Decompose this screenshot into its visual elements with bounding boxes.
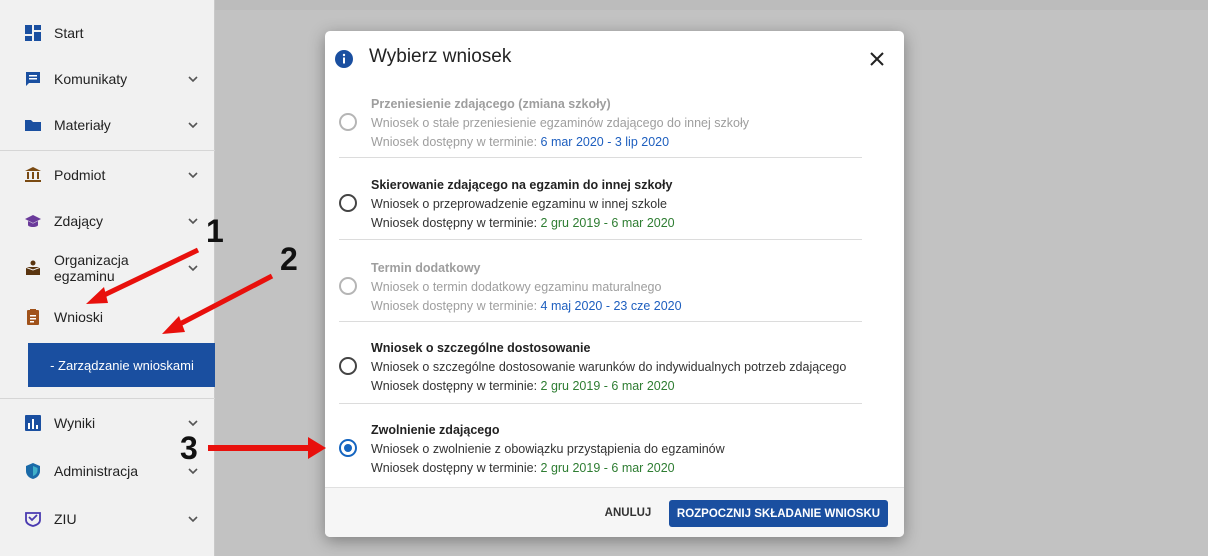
chevron-down-icon <box>188 420 198 427</box>
term-label: Wniosek dostępny w terminie: <box>371 299 541 313</box>
clipboard-icon <box>24 308 42 326</box>
backdrop-header-strip <box>215 0 1208 10</box>
nav-label: Wyniki <box>54 415 96 431</box>
nav-item-ziu[interactable]: ZIU <box>0 504 215 534</box>
nav-item-wnioski[interactable]: Wnioski <box>0 302 215 332</box>
application-option: Skierowanie zdającego na egzamin do inne… <box>339 168 862 250</box>
divider <box>339 157 862 158</box>
nav-label: Administracja <box>54 463 139 479</box>
bar-chart-icon <box>24 414 42 432</box>
term-label: Wniosek dostępny w terminie: <box>371 135 541 149</box>
radio-button[interactable] <box>339 113 357 131</box>
nav-item-zdajacy[interactable]: Zdający <box>0 206 215 236</box>
nav-label: Zdający <box>54 213 104 229</box>
nav-item-organizacja-egzaminu[interactable]: Organizacja egzaminu <box>0 250 215 286</box>
annotation-number: 3 <box>180 430 198 466</box>
nav-item-komunikaty[interactable]: Komunikaty <box>0 64 215 94</box>
nav-label: ZIU <box>54 511 77 527</box>
option-description: Wniosek o szczególne dostosowanie warunk… <box>371 360 847 374</box>
option-title: Skierowanie zdającego na egzamin do inne… <box>371 178 673 192</box>
nav-label: Komunikaty <box>54 71 128 87</box>
option-title: Zwolnienie zdającego <box>371 423 500 437</box>
chevron-down-icon <box>188 172 198 179</box>
term-dates: 2 gru 2019 - 6 mar 2020 <box>540 216 675 230</box>
application-option: Wniosek o szczególne dostosowanie Wniose… <box>339 331 862 413</box>
radio-button-selected[interactable] <box>339 439 357 457</box>
chevron-down-icon <box>188 218 198 225</box>
message-icon <box>24 70 42 88</box>
nav-item-materialy[interactable]: Materiały <box>0 110 215 140</box>
option-title: Termin dodatkowy <box>371 261 481 275</box>
nav-label: Podmiot <box>54 167 106 183</box>
divider <box>0 150 215 151</box>
folder-icon <box>24 116 42 134</box>
dashboard-icon <box>24 24 42 42</box>
graduation-cap-icon <box>24 212 42 230</box>
divider <box>339 239 862 240</box>
select-application-dialog: Wybierz wniosek Przeniesienie zdającego … <box>325 31 904 537</box>
shield-icon <box>24 462 42 480</box>
dialog-title: Wybierz wniosek <box>369 46 512 67</box>
organization-icon <box>24 259 42 277</box>
term-dates: 6 mar 2020 - 3 lip 2020 <box>540 135 670 149</box>
term-dates: 4 maj 2020 - 23 cze 2020 <box>540 299 682 313</box>
cancel-button[interactable]: ANULUJ <box>593 500 663 526</box>
nav-label: Wnioski <box>54 309 104 325</box>
chevron-down-icon <box>188 265 198 272</box>
radio-button[interactable] <box>339 357 357 375</box>
chevron-down-icon <box>188 76 198 83</box>
nav-label: Start <box>54 25 84 41</box>
option-title: Wniosek o szczególne dostosowanie <box>371 341 591 355</box>
term-dates: 2 gru 2019 - 6 mar 2020 <box>540 379 675 393</box>
nav-label-line2: egzaminu <box>54 268 115 284</box>
chevron-down-icon <box>188 516 198 523</box>
option-description: Wniosek o termin dodatkowy egzaminu matu… <box>371 280 662 294</box>
nav-item-podmiot[interactable]: Podmiot <box>0 160 215 190</box>
ziu-icon <box>24 510 42 528</box>
term-label: Wniosek dostępny w terminie: <box>371 461 541 475</box>
divider <box>339 403 862 404</box>
sub-item-zarzadzanie-wnioskami[interactable]: - Zarządzanie wnioskami <box>28 343 216 387</box>
dialog-footer: ANULUJ ROZPOCZNIJ SKŁADANIE WNIOSKU <box>325 487 904 537</box>
annotation-number: 2 <box>280 241 298 277</box>
close-icon[interactable] <box>867 49 887 69</box>
dialog-header: Wybierz wniosek <box>325 31 904 87</box>
sidebar: Start Komunikaty Materiały Podmiot Zdają… <box>0 0 216 556</box>
info-icon <box>335 50 353 68</box>
nav-label-line1: Organizacja <box>54 252 129 268</box>
chevron-down-icon <box>188 122 198 129</box>
radio-button[interactable] <box>339 277 357 295</box>
divider <box>0 398 215 399</box>
term-label: Wniosek dostępny w terminie: <box>371 216 541 230</box>
radio-button[interactable] <box>339 194 357 212</box>
option-description: Wniosek o stałe przeniesienie egzaminów … <box>371 116 749 130</box>
application-option: Zwolnienie zdającego Wniosek o zwolnieni… <box>339 413 862 495</box>
divider <box>339 321 862 322</box>
institution-icon <box>24 166 42 184</box>
nav-item-start[interactable]: Start <box>0 20 215 46</box>
option-title: Przeniesienie zdającego (zmiana szkoły) <box>371 97 611 111</box>
start-application-button[interactable]: ROZPOCZNIJ SKŁADANIE WNIOSKU <box>669 500 888 527</box>
option-description: Wniosek o przeprowadzenie egzaminu w inn… <box>371 197 667 211</box>
term-dates: 2 gru 2019 - 6 mar 2020 <box>540 461 675 475</box>
annotation-number: 1 <box>206 213 224 249</box>
option-description: Wniosek o zwolnienie z obowiązku przystą… <box>371 442 725 456</box>
nav-label: Materiały <box>54 117 111 133</box>
term-label: Wniosek dostępny w terminie: <box>371 379 541 393</box>
